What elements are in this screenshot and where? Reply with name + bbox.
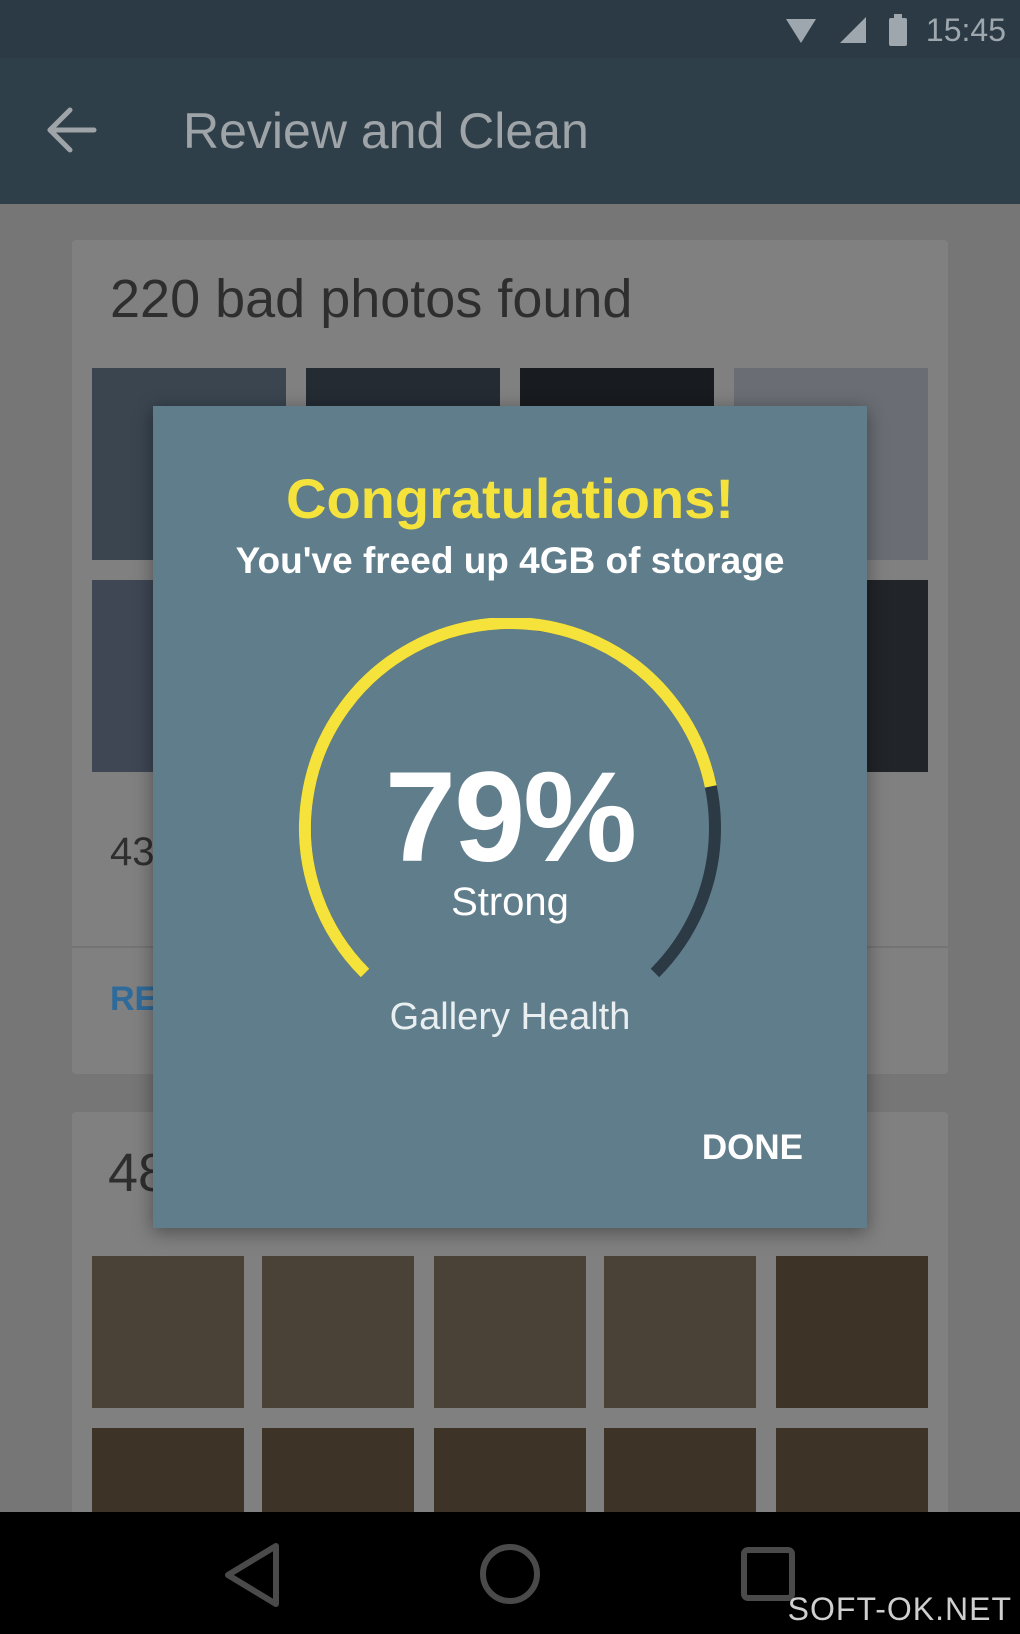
photo-thumbnail[interactable]	[434, 1256, 586, 1408]
nav-home-icon[interactable]	[478, 1542, 542, 1606]
health-strength: Strong	[451, 880, 569, 924]
signal-icon	[839, 17, 866, 43]
health-percent: 79%	[384, 746, 637, 889]
status-bar: 15:45	[0, 0, 1020, 58]
dialog-title: Congratulations!	[286, 467, 734, 530]
done-button[interactable]: DONE	[702, 1128, 803, 1168]
photo-thumbnail[interactable]	[604, 1256, 756, 1408]
navigation-bar: SOFT-OK.NET	[0, 1512, 1020, 1634]
watermark: SOFT-OK.NET	[787, 1591, 1012, 1627]
back-arrow-icon[interactable]	[44, 102, 100, 158]
card-title: 220 bad photos found	[110, 269, 633, 329]
dialog-subtitle: You've freed up 4GB of storage	[235, 540, 785, 581]
page-title: Review and Clean	[183, 103, 589, 159]
congratulations-dialog: Congratulations! You've freed up 4GB of …	[153, 406, 867, 1228]
status-icons: 15:45	[784, 10, 1006, 50]
photo-thumbnail[interactable]	[776, 1256, 928, 1408]
status-time: 15:45	[925, 11, 1006, 48]
card-count-text: 43	[110, 830, 155, 874]
photo-thumbnail[interactable]	[92, 1256, 244, 1408]
photo-thumbnail[interactable]	[262, 1256, 414, 1408]
app-bar: Review and Clean	[0, 58, 1020, 204]
battery-icon	[888, 14, 907, 46]
wifi-icon	[785, 19, 816, 43]
gauge-label: Gallery Health	[389, 996, 631, 1038]
nav-back-icon[interactable]	[222, 1542, 286, 1608]
review-button[interactable]: RE	[110, 980, 157, 1019]
